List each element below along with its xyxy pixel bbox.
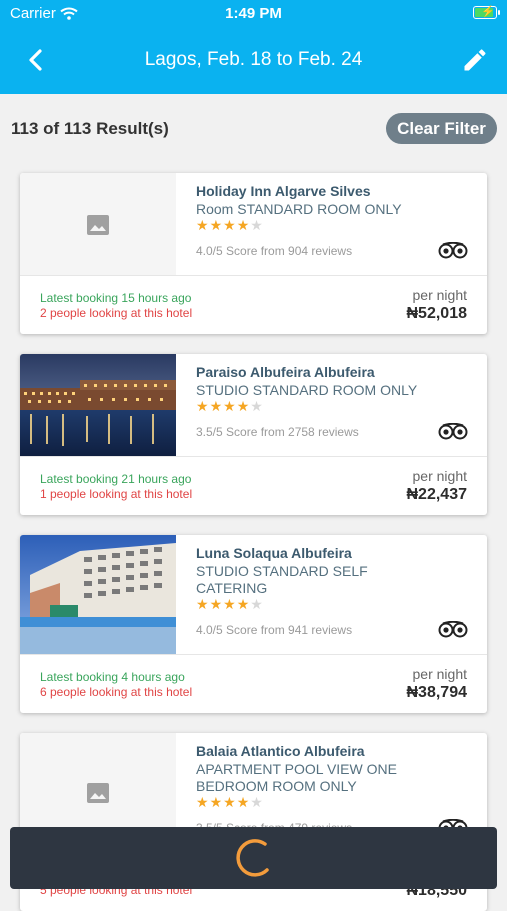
- clear-filter-button[interactable]: Clear Filter: [386, 113, 497, 144]
- hotel-name: Holiday Inn Algarve Silves: [196, 183, 371, 199]
- battery-icon: ⚡: [473, 6, 500, 19]
- hotel-name: Paraiso Albufeira Albufeira: [196, 364, 375, 380]
- hotel-price: ₦38,794: [406, 684, 468, 701]
- people-looking: 1 people looking at this hotel: [40, 487, 193, 501]
- hotel-photo: [20, 535, 176, 654]
- per-night-label: per night: [412, 666, 467, 682]
- star-icon: ★: [196, 398, 210, 414]
- hotel-image-placeholder: [20, 173, 176, 275]
- card-divider: [20, 275, 487, 276]
- image-icon: [87, 783, 109, 803]
- star-icon: ★: [196, 596, 210, 612]
- hotel-name: Luna Solaqua Albufeira: [196, 545, 352, 561]
- star-icon: ★: [250, 596, 264, 612]
- page-title: Lagos, Feb. 18 to Feb. 24: [144, 49, 363, 70]
- people-looking: 6 people looking at this hotel: [40, 685, 193, 699]
- star-icon: ★: [223, 217, 237, 233]
- hotel-price: ₦52,018: [406, 305, 468, 322]
- star-rating: ★★★★★: [196, 217, 264, 234]
- star-icon: ★: [236, 596, 251, 612]
- star-rating: ★★★★★: [196, 398, 264, 415]
- star-icon: ★: [250, 398, 264, 414]
- star-icon: ★: [250, 794, 264, 810]
- tripadvisor-icon: [438, 423, 468, 440]
- latest-booking: Latest booking 4 hours ago: [40, 670, 185, 684]
- results-count: 113 of 113 Result(s): [11, 119, 169, 138]
- tripadvisor-icon: [438, 621, 468, 638]
- room-type: STUDIO STANDARD SELF CATERING: [196, 563, 368, 596]
- star-icon: ★: [209, 217, 224, 233]
- hotel-card[interactable]: Paraiso Albufeira Albufeira STUDIO STAND…: [20, 354, 487, 515]
- loading-overlay: [10, 827, 497, 889]
- status-time: 1:49 PM: [225, 5, 282, 22]
- image-icon: [87, 215, 109, 235]
- pencil-icon[interactable]: [461, 46, 489, 74]
- star-icon: ★: [236, 794, 251, 810]
- per-night-label: per night: [412, 468, 467, 484]
- room-type: STUDIO STANDARD ROOM ONLY: [196, 382, 418, 398]
- tripadvisor-icon: [438, 242, 468, 259]
- star-icon: ★: [236, 398, 251, 414]
- card-divider: [20, 654, 487, 655]
- hotel-photo: [20, 354, 176, 456]
- star-icon: ★: [209, 398, 224, 414]
- star-icon: ★: [209, 596, 224, 612]
- hotel-price: ₦22,437: [406, 486, 468, 503]
- star-icon: ★: [196, 794, 210, 810]
- star-icon: ★: [223, 596, 237, 612]
- nav-bar: Lagos, Feb. 18 to Feb. 24: [0, 26, 507, 94]
- review-score: 4.0/5 Score from 941 reviews: [196, 623, 353, 637]
- star-icon: ★: [250, 217, 264, 233]
- hotel-card[interactable]: Holiday Inn Algarve Silves Room STANDARD…: [20, 173, 487, 334]
- star-rating: ★★★★★: [196, 596, 264, 613]
- star-rating: ★★★★★: [196, 794, 264, 811]
- per-night-label: per night: [412, 287, 467, 303]
- card-divider: [20, 456, 487, 457]
- star-icon: ★: [223, 398, 237, 414]
- status-bar: Carrier 1:49 PM ⚡: [0, 0, 507, 26]
- star-icon: ★: [209, 794, 224, 810]
- star-icon: ★: [196, 217, 210, 233]
- latest-booking: Latest booking 21 hours ago: [40, 472, 192, 486]
- room-type: Room STANDARD ROOM ONLY: [196, 201, 402, 217]
- review-score: 4.0/5 Score from 904 reviews: [196, 244, 353, 258]
- hotel-card[interactable]: Luna Solaqua Albufeira STUDIO STANDARD S…: [20, 535, 487, 713]
- star-icon: ★: [236, 217, 251, 233]
- review-score: 3.5/5 Score from 2758 reviews: [196, 425, 359, 439]
- people-looking: 2 people looking at this hotel: [40, 306, 193, 320]
- room-type: APARTMENT POOL VIEW ONE BEDROOM ROOM ONL…: [196, 761, 397, 794]
- star-icon: ★: [223, 794, 237, 810]
- loading-spinner-icon: [236, 839, 269, 877]
- latest-booking: Latest booking 15 hours ago: [40, 291, 192, 305]
- hotel-name: Balaia Atlantico Albufeira: [196, 743, 365, 759]
